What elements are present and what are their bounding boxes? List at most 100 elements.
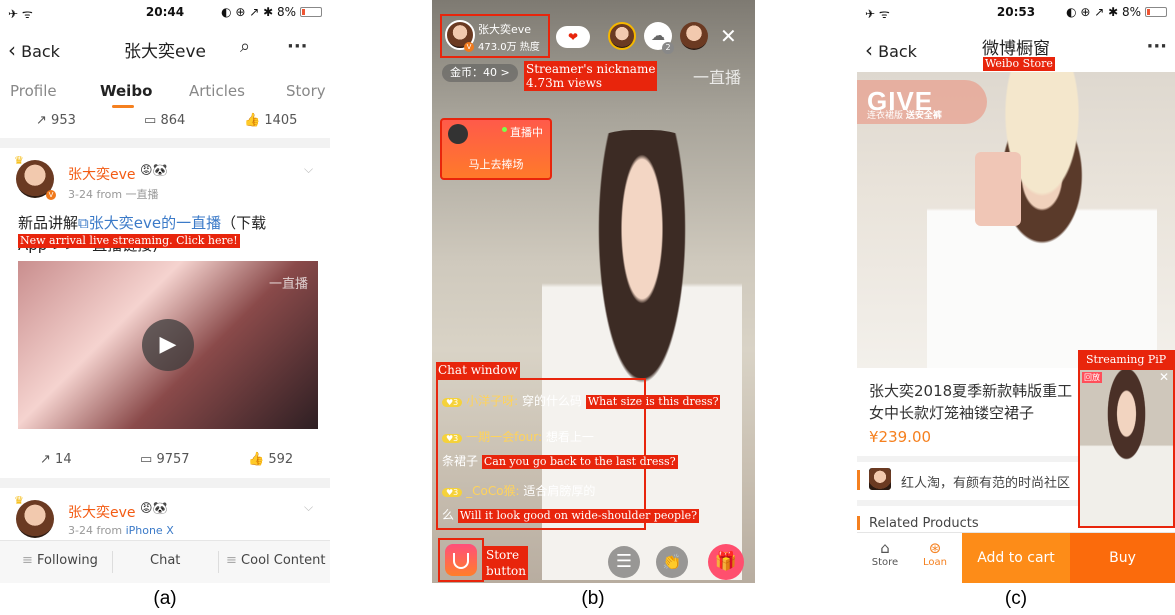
product-image[interactable]: GIVE 连衣裙版 送安全裤 [857,72,1175,368]
close-icon[interactable]: ✕ [1159,370,1169,384]
share-button[interactable]: ↗ 14 [40,452,72,467]
verified-badge: V [464,42,474,52]
divider [112,551,113,573]
page-title: 微博橱窗 [982,39,1050,59]
gift-button[interactable]: 🎁 [708,544,744,580]
live-avatar [448,124,468,144]
search-icon[interactable]: ⌕ [240,36,250,57]
loan-tab[interactable]: ⊛ Loan [915,539,955,568]
tab-articles[interactable]: Articles [189,82,245,100]
page-title: 张大奕eve [124,42,206,62]
shop-name[interactable]: 红人淘，有颜有范的时尚社区 [901,472,1081,491]
status-bar: ✈ ᯤ 20:53 ◐ ⊕ ↗ ✱ 8% [857,0,1175,26]
streaming-pip[interactable]: 回放 ✕ [1080,370,1173,526]
shop-avatar[interactable] [869,468,891,490]
post-author[interactable]: 张大奕eve [68,164,136,184]
crown-icon: ♛ [14,154,24,167]
emoji-badges: 😡🐼 [140,501,168,515]
caption-c: (c) [1004,588,1028,609]
viewer-avatar[interactable] [680,22,708,50]
shopping-bag-icon [453,553,469,569]
view-count: 473.0万 热度 [478,42,540,53]
verified-badge: V [46,190,56,200]
tab-story[interactable]: Story [286,82,326,100]
annotation-weibo-store: Weibo Store [983,57,1055,71]
play-icon[interactable]: ▶ [142,319,194,371]
post-card-1: ♛ V 张大奕eve 😡🐼 3-24 from 一直播 ⌵ 新品讲解⧉张大奕ev… [0,148,330,478]
panel-c: ✈ ᯤ 20:53 ◐ ⊕ ↗ ✱ 8% ‹ Back 微博橱窗 ··· Wei… [857,0,1175,583]
divider [0,138,330,148]
tab-bar: Profile Weibo Articles Story [0,72,330,110]
like-button[interactable]: 👍 592 [248,452,293,467]
product-title: 张大奕2018夏季新款韩版重工 女中长款灯笼袖镂空裙子 [869,382,1073,422]
post-meta: 3-24 from 一直播 [68,188,159,201]
coins-pill[interactable]: 金币：40 > [442,64,518,82]
chevron-down-icon[interactable]: ⌵ [304,162,313,177]
pip-label: Streaming PiP [1086,353,1167,366]
annotation-chat-window: Chat window [436,362,520,378]
add-to-cart-button[interactable]: Add to cart [962,533,1070,583]
tab-profile[interactable]: Profile [10,82,57,100]
like-button[interactable]: 👍 1405 [244,113,297,128]
annotation-nickname: Streamer's nickname 4.73m views [524,61,658,91]
emoji-badges: 😡🐼 [140,163,168,177]
store-button[interactable] [445,544,477,576]
chat-message: ♥3 _CoCo猴: 适合肩膀厚的 么 Will it look good on… [442,484,699,523]
level-badge: ♥3 [442,488,463,497]
annotation-store-button: Store button [484,546,529,580]
chat-window: ♥3 小洋子呀: 穿的什么码 What size is this dress? … [442,384,755,528]
clap-button[interactable]: 👏 [656,546,688,578]
accent-bar [857,470,860,490]
nav-bar: ‹ Back 张大奕eve ⌕ ··· [0,26,330,70]
more-icon[interactable]: ··· [1146,36,1167,57]
viewer-avatar[interactable] [608,22,636,50]
live-card[interactable]: 直播中 马上去捧场 [440,118,552,180]
close-icon[interactable]: ✕ [720,24,737,48]
chat-button[interactable]: Chat [150,553,180,568]
stats-row: ↗ 14 ▭ 9757 👍 592 [0,448,330,474]
video-watermark: 一直播 [268,277,308,292]
post-meta: 3-24 from iPhone X [68,524,174,537]
chat-message: ♥3 一期一会four: 想看上一 条裙子 Can you go back to… [442,430,678,469]
banner-subtitle: 连衣裙版 送安全裤 [867,111,942,121]
bottom-bar: ≡ Following Chat ≡ Cool Content [0,540,330,583]
video-thumbnail[interactable]: 一直播 ▶ [18,261,318,429]
crown-icon: ♛ [14,494,24,507]
panel-a: ✈ ᯤ 20:44 ◐ ⊕ ↗ ✱ 8% ‹ Back 张大奕eve ⌕ ···… [0,0,330,583]
comment-button[interactable]: ▭ 864 [144,113,185,128]
share-button[interactable]: ↗ 953 [36,113,76,128]
live-link[interactable]: ⧉张大奕eve的一直播 [78,214,221,232]
status-icons: ◐ ⊕ ↗ ✱ 8% [221,5,296,19]
share-icon: ↗ [40,452,51,467]
menu-button[interactable]: ☰ [608,546,640,578]
following-button[interactable]: ≡ Following [22,553,98,568]
chevron-down-icon[interactable]: ⌵ [304,500,313,515]
live-dot-icon [502,127,507,132]
thumbs-up-icon: 👍 [244,113,261,128]
buy-button[interactable]: Buy [1070,533,1175,583]
status-bar: ✈ ᯤ 20:44 ◐ ⊕ ↗ ✱ 8% [0,0,330,26]
brand-banner: GIVE 连衣裙版 送安全裤 [857,80,987,124]
tab-active-indicator [112,105,134,108]
pip-replay-tag: 回放 [1082,372,1102,383]
more-icon[interactable]: ··· [287,36,308,57]
panel-b: V 张大奕eve 473.0万 热度 ❤ ☁ 2 ✕ 金币：40 > 一直播 S… [432,0,755,583]
comment-button[interactable]: ▭ 9757 [140,452,190,467]
post-card-2: ♛ 张大奕eve 😡🐼 3-24 from iPhone X ⌵ [0,488,330,540]
divider [218,551,219,573]
comment-icon: ▭ [144,113,157,128]
follow-button[interactable]: ❤ [556,26,590,48]
comment-icon: ▭ [140,452,153,467]
tab-weibo[interactable]: Weibo [100,82,152,100]
chat-message: ♥3 小洋子呀: 穿的什么码 What size is this dress? [442,392,721,409]
menu-icon: ≡ [22,553,33,568]
store-tab[interactable]: ⌂ Store [865,539,905,568]
cool-content-button[interactable]: ≡ Cool Content [226,553,325,568]
battery-icon [300,7,322,17]
store-icon: ⌂ [880,539,890,557]
post-author[interactable]: 张大奕eve [68,502,136,522]
caption-b: (b) [581,588,605,609]
annotation-live-link: New arrival live streaming. Click here! [18,234,240,248]
phone-prop [975,152,1021,226]
caption-a: (a) [153,588,177,609]
